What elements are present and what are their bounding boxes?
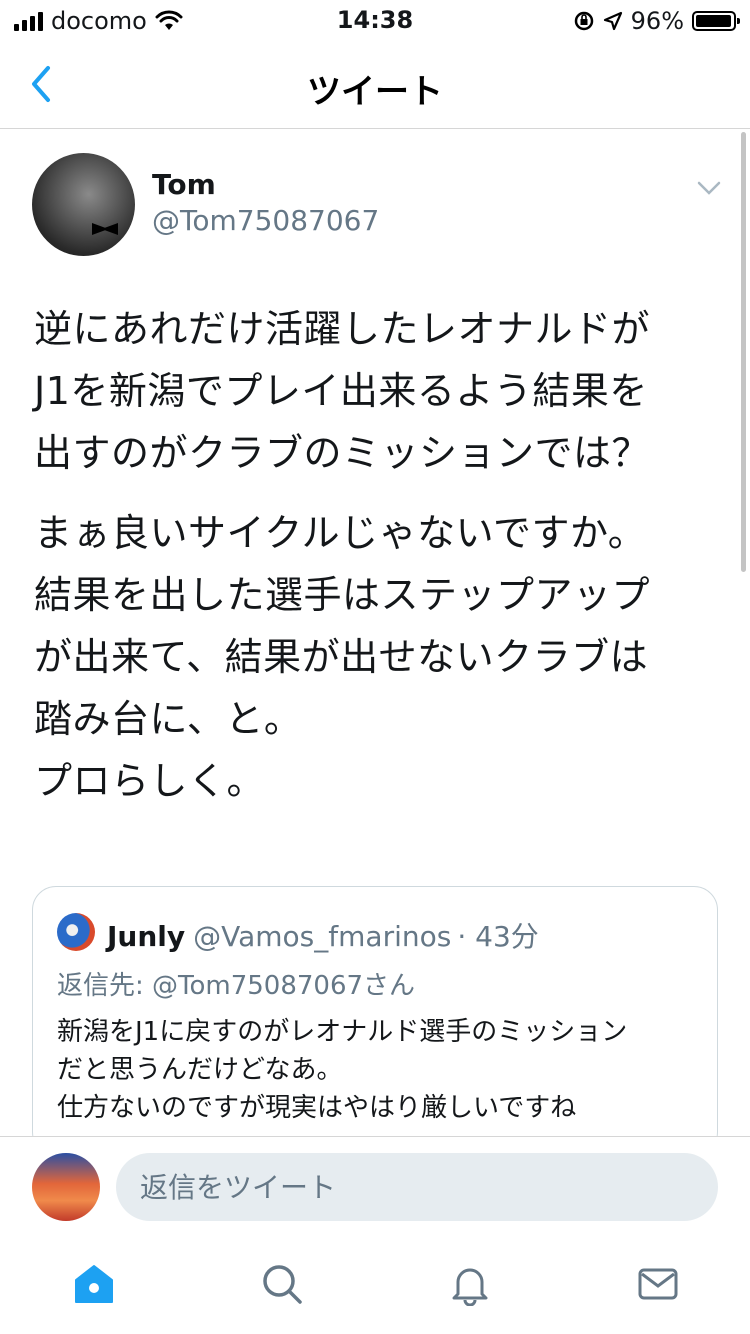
author-avatar[interactable] — [32, 153, 135, 256]
reply-to-label: 返信先: @Tom75087067さん — [57, 971, 416, 1001]
messages-icon[interactable] — [636, 1262, 680, 1306]
battery-percent: 96% — [630, 7, 684, 35]
tweet-paragraph: まぁ良いサイクルじゃないですか。 結果を出した選手はステップアップ が出来て、結… — [34, 511, 651, 803]
my-avatar[interactable] — [32, 1153, 100, 1221]
nav-bar: ツイート — [0, 40, 750, 129]
orientation-lock-icon — [574, 11, 593, 31]
quoted-tweet[interactable]: Junly @Vamos_fmarinos · 43分 返信先: @Tom75087… — [32, 886, 718, 1156]
quoted-avatar — [57, 913, 95, 951]
quoted-author-name: Junly — [107, 920, 186, 953]
author-handle[interactable]: @Tom75087067 — [152, 204, 379, 237]
notifications-icon[interactable] — [448, 1262, 492, 1306]
status-bar: docomo 14:38 96% — [0, 0, 750, 40]
quoted-author-handle: @Vamos_fmarinos — [193, 920, 452, 953]
reply-bar — [0, 1136, 750, 1237]
quoted-time: · 43分 — [457, 920, 539, 953]
author-name[interactable]: Tom — [152, 168, 216, 201]
page-title: ツイート — [307, 72, 443, 112]
location-icon — [603, 11, 622, 31]
tab-bar — [0, 1236, 750, 1334]
tweet-paragraph: 逆にあれだけ活躍したレオナルドが J1を新潟でプレイ出来るよう結果を 出すのがク… — [34, 307, 651, 475]
scrollbar[interactable] — [741, 132, 746, 572]
chevron-down-icon[interactable] — [696, 180, 722, 196]
home-icon[interactable] — [72, 1262, 116, 1306]
tweet-text: 逆にあれだけ活躍したレオナルドが J1を新潟でプレイ出来るよう結果を 出すのがク… — [34, 298, 714, 830]
quoted-text: 新潟をJ1に戻すのがレオナルド選手のミッション だと思うんだけどなあ。 仕方ない… — [57, 1017, 628, 1123]
reply-input[interactable] — [116, 1153, 718, 1221]
battery-icon — [692, 11, 740, 31]
search-icon[interactable] — [260, 1262, 304, 1306]
